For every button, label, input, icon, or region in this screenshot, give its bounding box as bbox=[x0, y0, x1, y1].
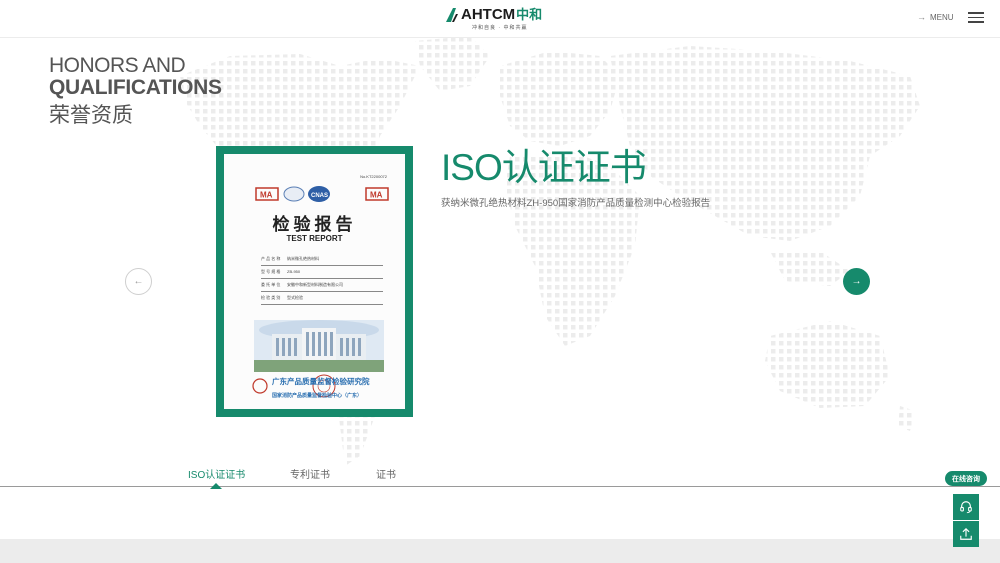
headset-icon bbox=[960, 501, 972, 514]
certificate-row: 型 号 规 格 ZB-950 bbox=[261, 269, 383, 279]
tab-iso-certificate[interactable]: ISO认证证书 bbox=[188, 466, 245, 481]
certificate-row: 委 托 单 位安徽中和新型材料制造有限公司 bbox=[261, 282, 383, 292]
menu-button[interactable]: → MENU bbox=[917, 12, 954, 22]
certificate-row: 产 品 名 称纳米微孔绝热材料 bbox=[261, 256, 383, 266]
active-tab-indicator bbox=[210, 483, 222, 489]
certificate-description: 获纳米微孔绝热材料ZH-950国家消防产品质量检测中心检验报告 bbox=[441, 198, 711, 209]
logo-text: AHTCM bbox=[461, 6, 516, 23]
section-title-en-line1: HONORS AND bbox=[49, 54, 186, 77]
tab-certificate[interactable]: 证书 bbox=[376, 466, 396, 481]
svg-text:MA: MA bbox=[370, 191, 383, 200]
building-image bbox=[254, 320, 384, 372]
logo-cn: 中和 bbox=[516, 7, 543, 22]
hamburger-icon[interactable] bbox=[968, 12, 984, 24]
online-consult-button[interactable]: 在线咨询 bbox=[945, 471, 987, 486]
tab-patent-certificate[interactable]: 专利证书 bbox=[290, 466, 330, 481]
certificate-org-line1: 广东产品质量监督检验研究院 bbox=[272, 377, 370, 386]
arrow-right-icon: → bbox=[851, 276, 862, 287]
certificate-frame[interactable]: No.KT2200072 MA CNAS MA 检验报告 TEST REPORT… bbox=[216, 146, 413, 417]
cert-logos-icon: MA CNAS MA bbox=[255, 186, 389, 202]
page: AHTCM 中和 冲和自良 · 中和共赢 → MENU HONORS AND Q… bbox=[0, 0, 1000, 563]
site-header: AHTCM 中和 冲和自良 · 中和共赢 → MENU bbox=[0, 0, 1000, 38]
certificate-doc-title: 检验报告 bbox=[272, 215, 357, 235]
customer-service-button[interactable] bbox=[953, 494, 979, 520]
section-title-en-line2: QUALIFICATIONS bbox=[49, 76, 222, 99]
tabs-divider bbox=[0, 486, 1000, 487]
footer-band bbox=[0, 539, 1000, 563]
certificate-row: 检 验 类 别型式检验 bbox=[261, 295, 383, 305]
upload-icon bbox=[960, 527, 972, 540]
certificate-heading: ISO认证证书 bbox=[441, 147, 647, 188]
back-to-top-button[interactable] bbox=[953, 521, 979, 547]
menu-label: MENU bbox=[930, 12, 954, 22]
arrow-right-icon: → bbox=[917, 12, 926, 22]
svg-text:CNAS: CNAS bbox=[311, 193, 328, 199]
svg-text:MA: MA bbox=[260, 191, 273, 200]
carousel-next-button[interactable]: → bbox=[843, 268, 870, 295]
section-title-cn: 荣誉资质 bbox=[49, 104, 133, 127]
carousel-prev-button[interactable]: ← bbox=[125, 268, 152, 295]
arrow-left-icon: ← bbox=[133, 276, 144, 287]
certificate-image: No.KT2200072 MA CNAS MA 检验报告 TEST REPORT… bbox=[224, 154, 405, 409]
logo[interactable]: AHTCM 中和 冲和自良 · 中和共赢 bbox=[446, 7, 556, 33]
certificate-org-line2: 国家消防产品质量监督检验中心（广东） bbox=[272, 393, 363, 399]
certificate-doc-subtitle: TEST REPORT bbox=[286, 234, 343, 243]
logo-slogan: 冲和自良 · 中和共赢 bbox=[472, 25, 528, 31]
logo-mark-icon bbox=[446, 8, 458, 22]
certificate-number: No.KT2200072 bbox=[360, 174, 387, 179]
